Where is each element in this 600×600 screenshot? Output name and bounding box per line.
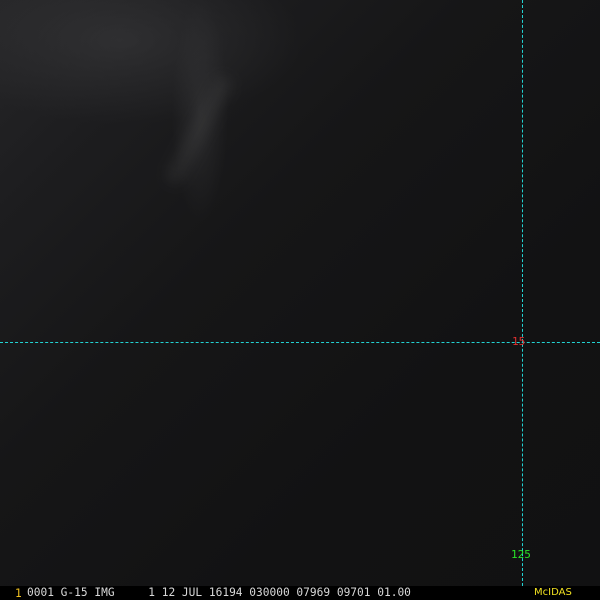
cloud-feature xyxy=(162,72,236,188)
mcidas-brand-label: McIDAS xyxy=(534,587,572,598)
satellite-image[interactable] xyxy=(0,0,600,586)
image-header-text: 0001 G-15 IMG 1 12 JUL 16194 030000 0796… xyxy=(27,586,411,599)
longitude-label: 125 xyxy=(511,548,531,561)
crosshair-vertical-line xyxy=(522,0,523,586)
frame-number: 1 xyxy=(15,587,22,600)
image-frame-viewer[interactable]: 15 125 1 0001 G-15 IMG 1 12 JUL 16194 03… xyxy=(0,0,600,600)
frame-status-bar: 1 0001 G-15 IMG 1 12 JUL 16194 030000 07… xyxy=(0,586,600,600)
latitude-label: 15 xyxy=(512,335,526,348)
crosshair-horizontal-line xyxy=(0,342,600,343)
